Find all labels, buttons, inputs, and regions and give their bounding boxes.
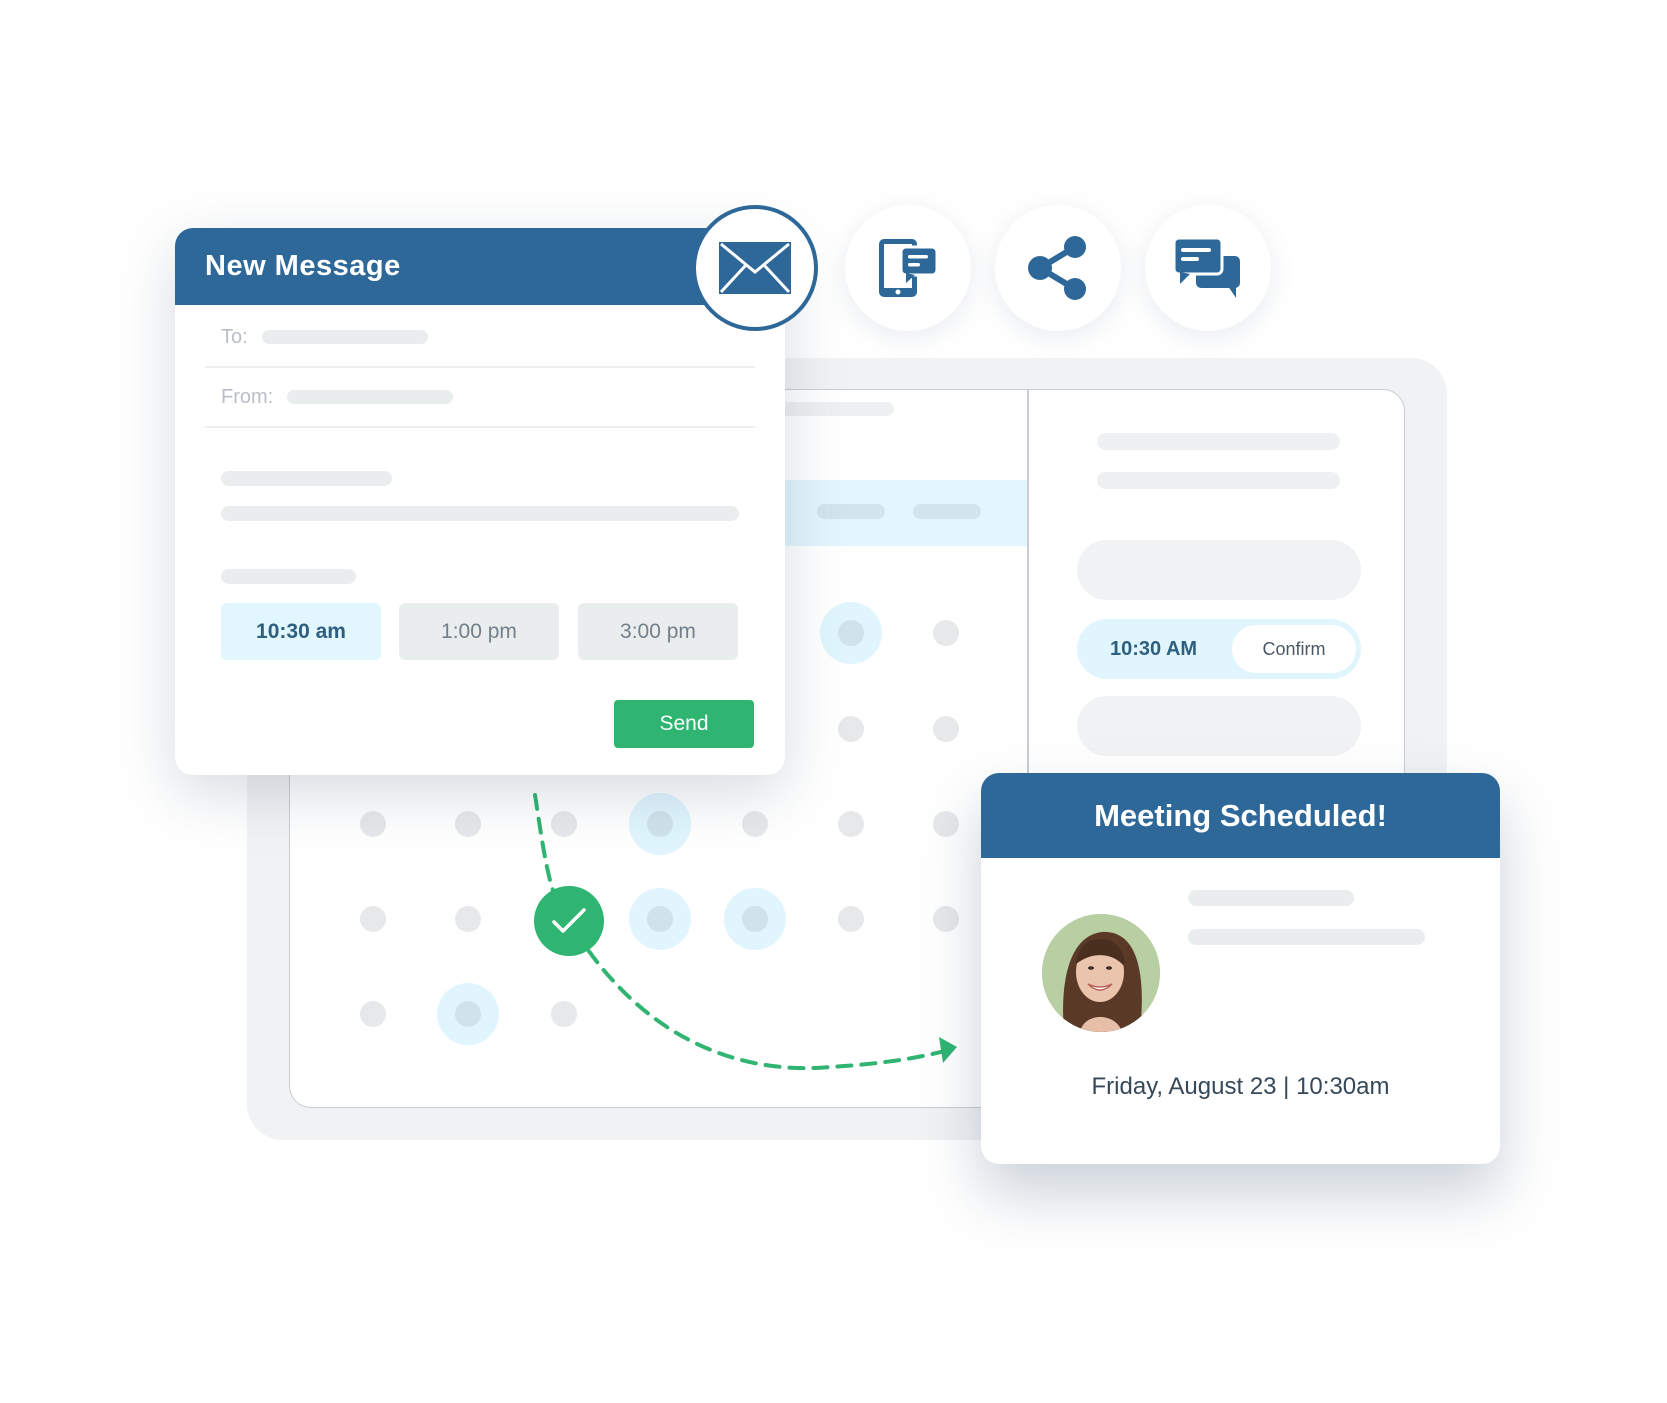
body-line-long bbox=[221, 506, 739, 521]
calendar-day[interactable] bbox=[933, 716, 959, 742]
sms-mobile-icon bbox=[879, 239, 939, 297]
calendar-day[interactable] bbox=[933, 620, 959, 646]
skeleton-panel-line bbox=[1097, 433, 1340, 450]
meeting-datetime: Friday, August 23 | 10:30am bbox=[1091, 1073, 1390, 1100]
time-option-1030am[interactable]: 10:30 am bbox=[221, 603, 381, 660]
confirm-button[interactable]: Confirm bbox=[1232, 625, 1356, 673]
mail-icon bbox=[719, 242, 791, 294]
body-line-short bbox=[221, 471, 392, 486]
calendar-day[interactable] bbox=[455, 811, 481, 837]
meeting-detail-placeholder bbox=[1188, 929, 1425, 945]
calendar-day[interactable] bbox=[360, 906, 386, 932]
calendar-day[interactable] bbox=[551, 1001, 577, 1027]
calendar-day-available[interactable] bbox=[724, 888, 786, 950]
time-option-300pm[interactable]: 3:00 pm bbox=[578, 603, 738, 660]
skeleton-weekday bbox=[913, 504, 981, 519]
calendar-day[interactable] bbox=[838, 906, 864, 932]
chat-channel-button[interactable] bbox=[1145, 205, 1271, 331]
meeting-scheduled-card: Meeting Scheduled! Friday, August 23 | 1… bbox=[981, 773, 1500, 1164]
from-label: From: bbox=[221, 385, 274, 408]
selected-time-slot[interactable]: 10:30 AM Confirm bbox=[1077, 619, 1361, 679]
calendar-day[interactable] bbox=[838, 716, 864, 742]
meeting-title: Meeting Scheduled! bbox=[1094, 797, 1387, 833]
calendar-day-available[interactable] bbox=[629, 888, 691, 950]
calendar-day[interactable] bbox=[455, 906, 481, 932]
avatar-photo bbox=[1042, 914, 1160, 1032]
to-label: To: bbox=[221, 325, 248, 348]
from-field[interactable]: From: bbox=[205, 368, 755, 428]
time-option-100pm[interactable]: 1:00 pm bbox=[399, 603, 559, 660]
share-channel-button[interactable] bbox=[995, 205, 1121, 331]
body-line-label bbox=[221, 569, 356, 584]
checkmark-icon bbox=[552, 908, 586, 933]
to-field[interactable]: To: bbox=[205, 308, 755, 368]
meeting-header: Meeting Scheduled! bbox=[981, 773, 1500, 858]
chat-bubbles-icon bbox=[1172, 236, 1240, 298]
sms-channel-button[interactable] bbox=[845, 205, 971, 331]
skeleton-weekday bbox=[817, 504, 885, 519]
time-slot-pill[interactable] bbox=[1077, 540, 1361, 600]
skeleton-panel-line bbox=[1097, 472, 1340, 489]
selected-slot-time: 10:30 AM bbox=[1110, 637, 1198, 660]
calendar-day[interactable] bbox=[742, 811, 768, 837]
calendar-day[interactable] bbox=[551, 811, 577, 837]
calendar-day[interactable] bbox=[838, 811, 864, 837]
new-message-card: New Message To: From: 10:30 am 1:00 pm 3… bbox=[175, 228, 785, 775]
calendar-day-available[interactable] bbox=[437, 983, 499, 1045]
selected-day-check[interactable] bbox=[534, 886, 604, 956]
time-slot-pill[interactable] bbox=[1077, 696, 1361, 756]
calendar-day[interactable] bbox=[933, 906, 959, 932]
from-value-placeholder bbox=[287, 390, 454, 404]
calendar-day-available[interactable] bbox=[820, 602, 882, 664]
calendar-day[interactable] bbox=[360, 1001, 386, 1027]
share-icon bbox=[1028, 236, 1086, 300]
calendar-day[interactable] bbox=[933, 811, 959, 837]
message-title: New Message bbox=[205, 250, 401, 282]
send-button[interactable]: Send bbox=[614, 700, 754, 748]
calendar-day-available[interactable] bbox=[629, 793, 691, 855]
calendar-day[interactable] bbox=[360, 811, 386, 837]
to-value-placeholder bbox=[261, 330, 428, 344]
email-channel-button[interactable] bbox=[692, 205, 818, 331]
avatar bbox=[1042, 914, 1160, 1032]
meeting-name-placeholder bbox=[1188, 890, 1354, 906]
